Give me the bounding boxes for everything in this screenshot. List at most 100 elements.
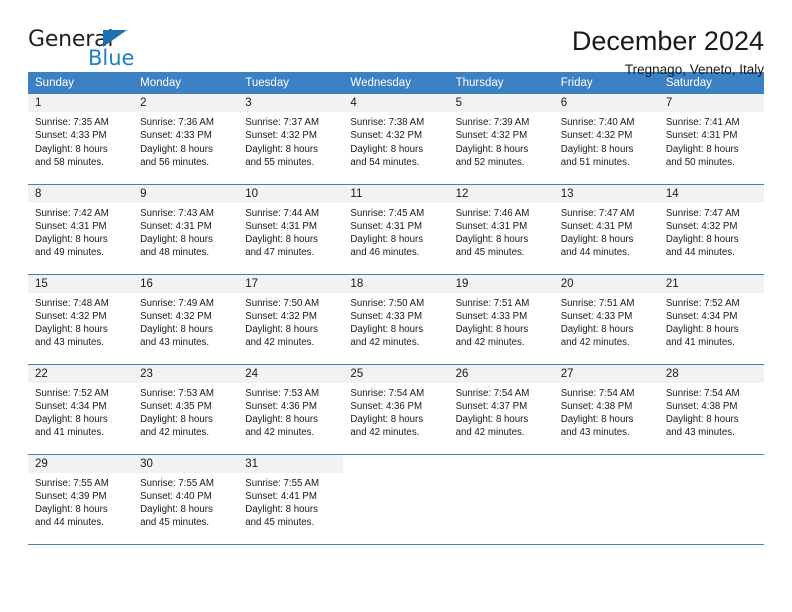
day-number: 20: [553, 274, 659, 293]
daylight-text: Daylight: 8 hours: [455, 324, 529, 336]
day-number: 26: [448, 364, 554, 383]
daylight-text-cont: and 51 minutes.: [560, 156, 630, 168]
day-details: Sunrise: 7:37 AM Sunset: 4:32 PM Dayligh…: [238, 112, 343, 169]
daylight-text-cont: and 42 minutes.: [350, 427, 420, 439]
day-cell[interactable]: 11 Sunrise: 7:45 AM Sunset: 4:31 PM Dayl…: [343, 183, 449, 274]
day-cell[interactable]: 28 Sunrise: 7:54 AM Sunset: 4:38 PM Dayl…: [658, 363, 764, 454]
day-cell[interactable]: 23 Sunrise: 7:53 AM Sunset: 4:35 PM Dayl…: [133, 363, 239, 454]
daylight-text: Daylight: 8 hours: [455, 414, 529, 426]
day-cell[interactable]: 12 Sunrise: 7:46 AM Sunset: 4:31 PM Dayl…: [448, 183, 554, 274]
sunrise-text: Sunrise: 7:48 AM: [35, 297, 109, 309]
day-cell[interactable]: 25 Sunrise: 7:54 AM Sunset: 4:36 PM Dayl…: [343, 363, 449, 454]
day-cell[interactable]: 8 Sunrise: 7:42 AM Sunset: 4:31 PM Dayli…: [28, 183, 134, 274]
day-cell[interactable]: 3 Sunrise: 7:37 AM Sunset: 4:32 PM Dayli…: [238, 94, 344, 184]
day-number: 2: [133, 94, 239, 112]
daylight-text: Daylight: 8 hours: [350, 414, 424, 426]
day-cell[interactable]: 27 Sunrise: 7:54 AM Sunset: 4:38 PM Dayl…: [553, 363, 659, 454]
day-cell[interactable]: 29 Sunrise: 7:55 AM Sunset: 4:39 PM Dayl…: [28, 453, 134, 544]
day-cell[interactable]: 1 Sunrise: 7:35 AM Sunset: 4:33 PM Dayli…: [28, 94, 134, 184]
day-cell[interactable]: 15 Sunrise: 7:48 AM Sunset: 4:32 PM Dayl…: [28, 273, 134, 364]
day-details: Sunrise: 7:52 AM Sunset: 4:34 PM Dayligh…: [28, 383, 133, 440]
daylight-text: Daylight: 8 hours: [140, 414, 213, 426]
day-number: 25: [343, 364, 449, 383]
sunset-text: Sunset: 4:32 PM: [35, 310, 107, 322]
sunset-text: Sunset: 4:33 PM: [350, 310, 423, 322]
daylight-text-cont: and 56 minutes.: [140, 156, 210, 168]
day-cell[interactable]: 16 Sunrise: 7:49 AM Sunset: 4:32 PM Dayl…: [133, 273, 239, 364]
triangle-icon: [103, 30, 127, 47]
week-row: 8 Sunrise: 7:42 AM Sunset: 4:31 PM Dayli…: [28, 183, 764, 274]
day-cell[interactable]: 31 Sunrise: 7:55 AM Sunset: 4:41 PM Dayl…: [238, 453, 344, 544]
day-details: Sunrise: 7:44 AM Sunset: 4:31 PM Dayligh…: [238, 203, 343, 260]
day-cell[interactable]: 26 Sunrise: 7:54 AM Sunset: 4:37 PM Dayl…: [448, 363, 554, 454]
day-number: 22: [28, 364, 134, 383]
daylight-text-cont: and 42 minutes.: [350, 337, 420, 349]
day-cell[interactable]: 7 Sunrise: 7:41 AM Sunset: 4:31 PM Dayli…: [658, 94, 764, 184]
day-cell[interactable]: 4 Sunrise: 7:38 AM Sunset: 4:32 PM Dayli…: [343, 94, 449, 184]
sunset-text: Sunset: 4:34 PM: [665, 310, 738, 322]
day-cell[interactable]: 21 Sunrise: 7:52 AM Sunset: 4:34 PM Dayl…: [658, 273, 764, 364]
daylight-text-cont: and 42 minutes.: [140, 427, 210, 439]
day-cell[interactable]: 10 Sunrise: 7:44 AM Sunset: 4:31 PM Dayl…: [238, 183, 344, 274]
column-header-monday: Monday: [133, 72, 239, 94]
logo-text-blue: Blue: [88, 46, 135, 70]
day-number: 27: [553, 364, 659, 383]
day-cell[interactable]: 20 Sunrise: 7:51 AM Sunset: 4:33 PM Dayl…: [553, 273, 659, 364]
daylight-text: Daylight: 8 hours: [560, 234, 634, 246]
daylight-text-cont: and 52 minutes.: [455, 156, 525, 168]
sunset-text: Sunset: 4:32 PM: [560, 130, 633, 142]
day-details: Sunrise: 7:35 AM Sunset: 4:33 PM Dayligh…: [28, 112, 133, 169]
week-row: 15 Sunrise: 7:48 AM Sunset: 4:32 PM Dayl…: [28, 273, 764, 364]
day-details: Sunrise: 7:36 AM Sunset: 4:33 PM Dayligh…: [133, 112, 238, 169]
day-cell[interactable]: 24 Sunrise: 7:53 AM Sunset: 4:36 PM Dayl…: [238, 363, 344, 454]
daylight-text: Daylight: 8 hours: [140, 324, 213, 336]
day-details: Sunrise: 7:53 AM Sunset: 4:35 PM Dayligh…: [133, 383, 238, 440]
page-header: General Blue December 2024 Tregnago, Ven…: [28, 0, 764, 77]
daylight-text-cont: and 44 minutes.: [560, 247, 630, 259]
sunrise-text: Sunrise: 7:54 AM: [560, 387, 635, 399]
daylight-text-cont: and 46 minutes.: [350, 247, 420, 259]
sunset-text: Sunset: 4:33 PM: [140, 130, 212, 142]
daylight-text-cont: and 41 minutes.: [35, 427, 104, 439]
day-details: Sunrise: 7:51 AM Sunset: 4:33 PM Dayligh…: [449, 293, 554, 350]
sunrise-text: Sunrise: 7:55 AM: [245, 477, 320, 489]
day-cell[interactable]: 5 Sunrise: 7:39 AM Sunset: 4:32 PM Dayli…: [448, 94, 554, 184]
daylight-text-cont: and 45 minutes.: [455, 247, 525, 259]
day-details: Sunrise: 7:54 AM Sunset: 4:36 PM Dayligh…: [343, 383, 448, 440]
day-cell[interactable]: 14 Sunrise: 7:47 AM Sunset: 4:32 PM Dayl…: [658, 183, 764, 274]
day-cell[interactable]: 22 Sunrise: 7:52 AM Sunset: 4:34 PM Dayl…: [28, 363, 134, 454]
day-cell[interactable]: 9 Sunrise: 7:43 AM Sunset: 4:31 PM Dayli…: [133, 183, 239, 274]
day-cell[interactable]: 18 Sunrise: 7:50 AM Sunset: 4:33 PM Dayl…: [343, 273, 449, 364]
daylight-text-cont: and 45 minutes.: [140, 517, 210, 529]
day-details: Sunrise: 7:54 AM Sunset: 4:38 PM Dayligh…: [554, 383, 659, 440]
day-cell[interactable]: 17 Sunrise: 7:50 AM Sunset: 4:32 PM Dayl…: [238, 273, 344, 364]
daylight-text-cont: and 54 minutes.: [350, 156, 420, 168]
day-cell[interactable]: 2 Sunrise: 7:36 AM Sunset: 4:33 PM Dayli…: [133, 94, 239, 184]
daylight-text: Daylight: 8 hours: [560, 143, 634, 155]
sunrise-text: Sunrise: 7:49 AM: [140, 297, 214, 309]
day-number: 5: [448, 94, 554, 112]
day-number: 18: [343, 274, 449, 293]
page-title: December 2024: [571, 26, 764, 56]
general-blue-logo[interactable]: General Blue: [28, 26, 198, 72]
day-number: 7: [658, 94, 764, 112]
sunset-text: Sunset: 4:40 PM: [140, 490, 212, 502]
daylight-text-cont: and 58 minutes.: [35, 156, 104, 168]
day-cell[interactable]: 19 Sunrise: 7:51 AM Sunset: 4:33 PM Dayl…: [448, 273, 554, 364]
day-number: 19: [448, 274, 554, 293]
sunrise-text: Sunrise: 7:50 AM: [245, 297, 320, 309]
day-number: 24: [238, 364, 344, 383]
daylight-text: Daylight: 8 hours: [350, 324, 424, 336]
sunrise-text: Sunrise: 7:54 AM: [350, 387, 425, 399]
daylight-text: Daylight: 8 hours: [245, 504, 318, 516]
day-cell[interactable]: 6 Sunrise: 7:40 AM Sunset: 4:32 PM Dayli…: [553, 94, 659, 184]
sunset-text: Sunset: 4:32 PM: [140, 310, 212, 322]
day-cell[interactable]: 30 Sunrise: 7:55 AM Sunset: 4:40 PM Dayl…: [133, 453, 239, 544]
sunset-text: Sunset: 4:34 PM: [35, 400, 107, 412]
column-header-tuesday: Tuesday: [238, 72, 344, 94]
day-cell[interactable]: 13 Sunrise: 7:47 AM Sunset: 4:31 PM Dayl…: [553, 183, 659, 274]
day-number: 13: [553, 184, 659, 203]
daylight-text: Daylight: 8 hours: [35, 324, 108, 336]
daylight-text: Daylight: 8 hours: [455, 234, 529, 246]
day-number: [554, 455, 659, 473]
